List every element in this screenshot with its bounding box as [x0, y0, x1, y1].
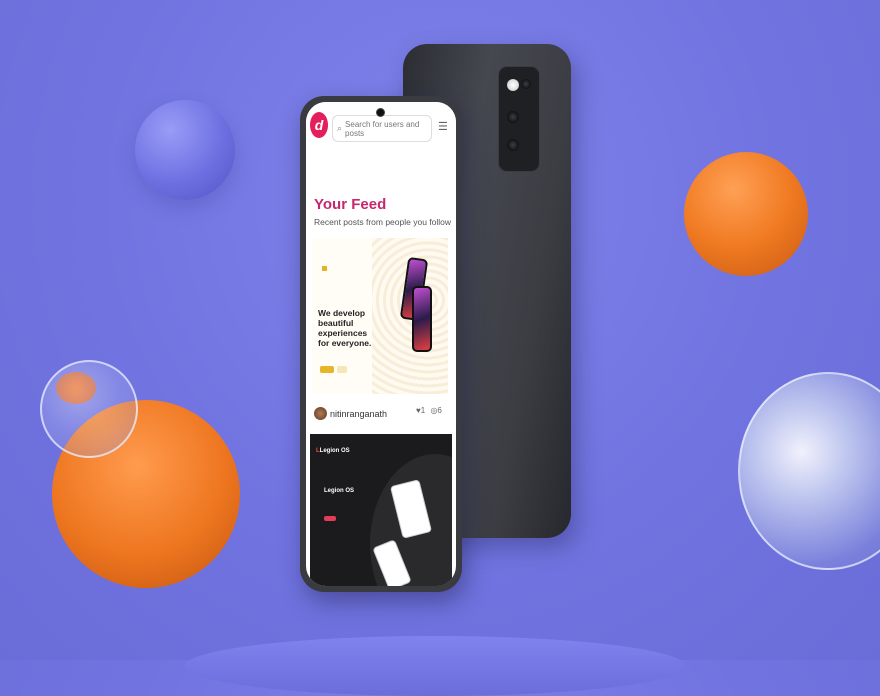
camera-module [498, 66, 540, 172]
post-author[interactable]: nitinranganath [314, 407, 387, 420]
phone-front: d ⌕ Search for users and posts ☰ Your Fe… [300, 96, 462, 592]
app-header: d ⌕ Search for users and posts ☰ [306, 102, 456, 148]
brand-text: Legion OS [319, 448, 350, 454]
author-name: nitinranganath [330, 408, 388, 419]
purple-sphere [135, 100, 235, 200]
tagline-line: beautiful experiences [318, 318, 368, 338]
tagline-line: We develop [318, 308, 366, 318]
page-subtitle: Recent posts from people you follow [314, 217, 452, 227]
post-image-card[interactable]: LLegion OS Legion OS [310, 434, 452, 586]
small-logo [322, 266, 327, 271]
card-button [324, 516, 336, 521]
camera-lens [507, 111, 519, 123]
camera-lens [521, 79, 531, 89]
camera-lens [507, 139, 519, 151]
orange-sphere-right [684, 152, 808, 276]
post-image-card[interactable]: We develop beautiful experiences for eve… [312, 238, 448, 394]
card-title: Legion OS [324, 488, 354, 494]
avatar [314, 407, 327, 420]
app-logo[interactable]: d [310, 112, 328, 138]
cta-chip [337, 366, 347, 373]
search-icon: ⌕ [337, 123, 343, 133]
phone-screen: d ⌕ Search for users and posts ☰ Your Fe… [306, 102, 456, 586]
glass-sphere-right [738, 372, 880, 570]
cta-chip [320, 366, 334, 373]
comments-count: 6 [437, 406, 442, 415]
post-tagline: We develop beautiful experiences for eve… [318, 308, 394, 348]
flash-icon [507, 79, 519, 91]
search-input[interactable]: ⌕ Search for users and posts [332, 115, 432, 142]
phone-illustration [412, 286, 432, 352]
menu-icon[interactable]: ☰ [438, 120, 448, 133]
card-brand: LLegion OS [316, 448, 350, 454]
podium [185, 636, 685, 696]
page-title: Your Feed [314, 196, 387, 213]
tagline-line: for everyone. [318, 338, 372, 348]
glass-sphere-left [40, 360, 138, 458]
search-placeholder: Search for users and posts [345, 119, 420, 138]
likes-count: 1 [420, 406, 426, 415]
front-camera [376, 108, 385, 117]
post-stats: ♥1 ◎6 [416, 406, 442, 415]
